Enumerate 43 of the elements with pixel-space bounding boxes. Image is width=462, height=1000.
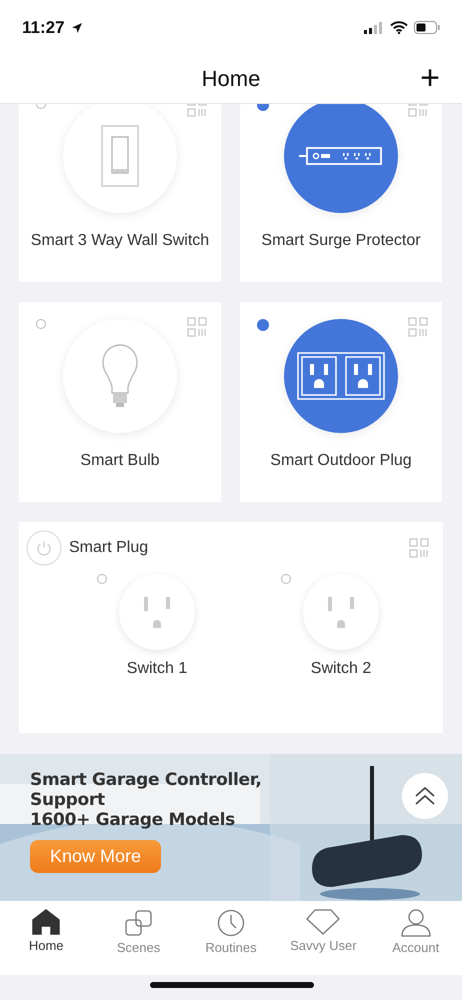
tab[interactable]: Account [376, 909, 456, 955]
banner-headline: 1600+ Garage Models [30, 810, 235, 830]
overlapping-squares-icon [124, 909, 154, 937]
status-time: 11:27 [22, 18, 65, 38]
location-arrow-icon [70, 22, 83, 34]
tab[interactable]: Scenes [98, 909, 179, 955]
double-chevron-up-icon [414, 786, 436, 806]
device-name: Smart Plug [69, 539, 148, 557]
banner-headline: Support [30, 790, 105, 810]
person-icon [400, 909, 431, 937]
tab[interactable]: Savvy User [283, 909, 364, 953]
device-card[interactable]: Smart Surge Protector [240, 104, 442, 282]
wifi-icon [390, 21, 408, 34]
diamond-icon [306, 909, 340, 935]
power-strip-icon [299, 147, 383, 165]
qr-code-icon[interactable] [409, 538, 429, 558]
add-button[interactable]: + [416, 59, 444, 97]
device-name: Smart Surge Protector [261, 232, 421, 250]
home-icon [32, 909, 60, 935]
battery-icon [414, 21, 440, 34]
device-name: Smart Bulb [80, 452, 160, 470]
signal-icon [364, 22, 384, 34]
device-card[interactable]: Smart 3 Way Wall Switch [19, 104, 221, 282]
outlet-icon [141, 595, 173, 629]
clock-icon [216, 909, 245, 937]
banner-headline: Smart Garage Controller, [30, 770, 262, 790]
device-card[interactable]: Smart Bulb [19, 302, 221, 502]
switch-name: Switch 2 [310, 660, 372, 678]
page-title: Home [202, 66, 260, 92]
device-name: Smart 3 Way Wall Switch [30, 232, 210, 250]
light-bulb-icon [101, 344, 139, 408]
switch-name: Switch 1 [126, 660, 188, 678]
outlet-icon [325, 595, 357, 629]
device-name: Smart Outdoor Plug [270, 452, 412, 470]
wall-switch-icon [101, 125, 139, 187]
device-card[interactable]: Smart Plug Switch 1 Switch 2 [19, 522, 443, 733]
qr-code-icon[interactable] [408, 317, 428, 337]
tab[interactable]: Routines [190, 909, 271, 955]
device-card[interactable]: Smart Outdoor Plug [240, 302, 442, 502]
double-outlet-icon [297, 352, 385, 400]
tab[interactable]: Home [6, 909, 86, 953]
qr-code-icon[interactable] [187, 317, 207, 337]
power-icon[interactable] [26, 530, 62, 566]
